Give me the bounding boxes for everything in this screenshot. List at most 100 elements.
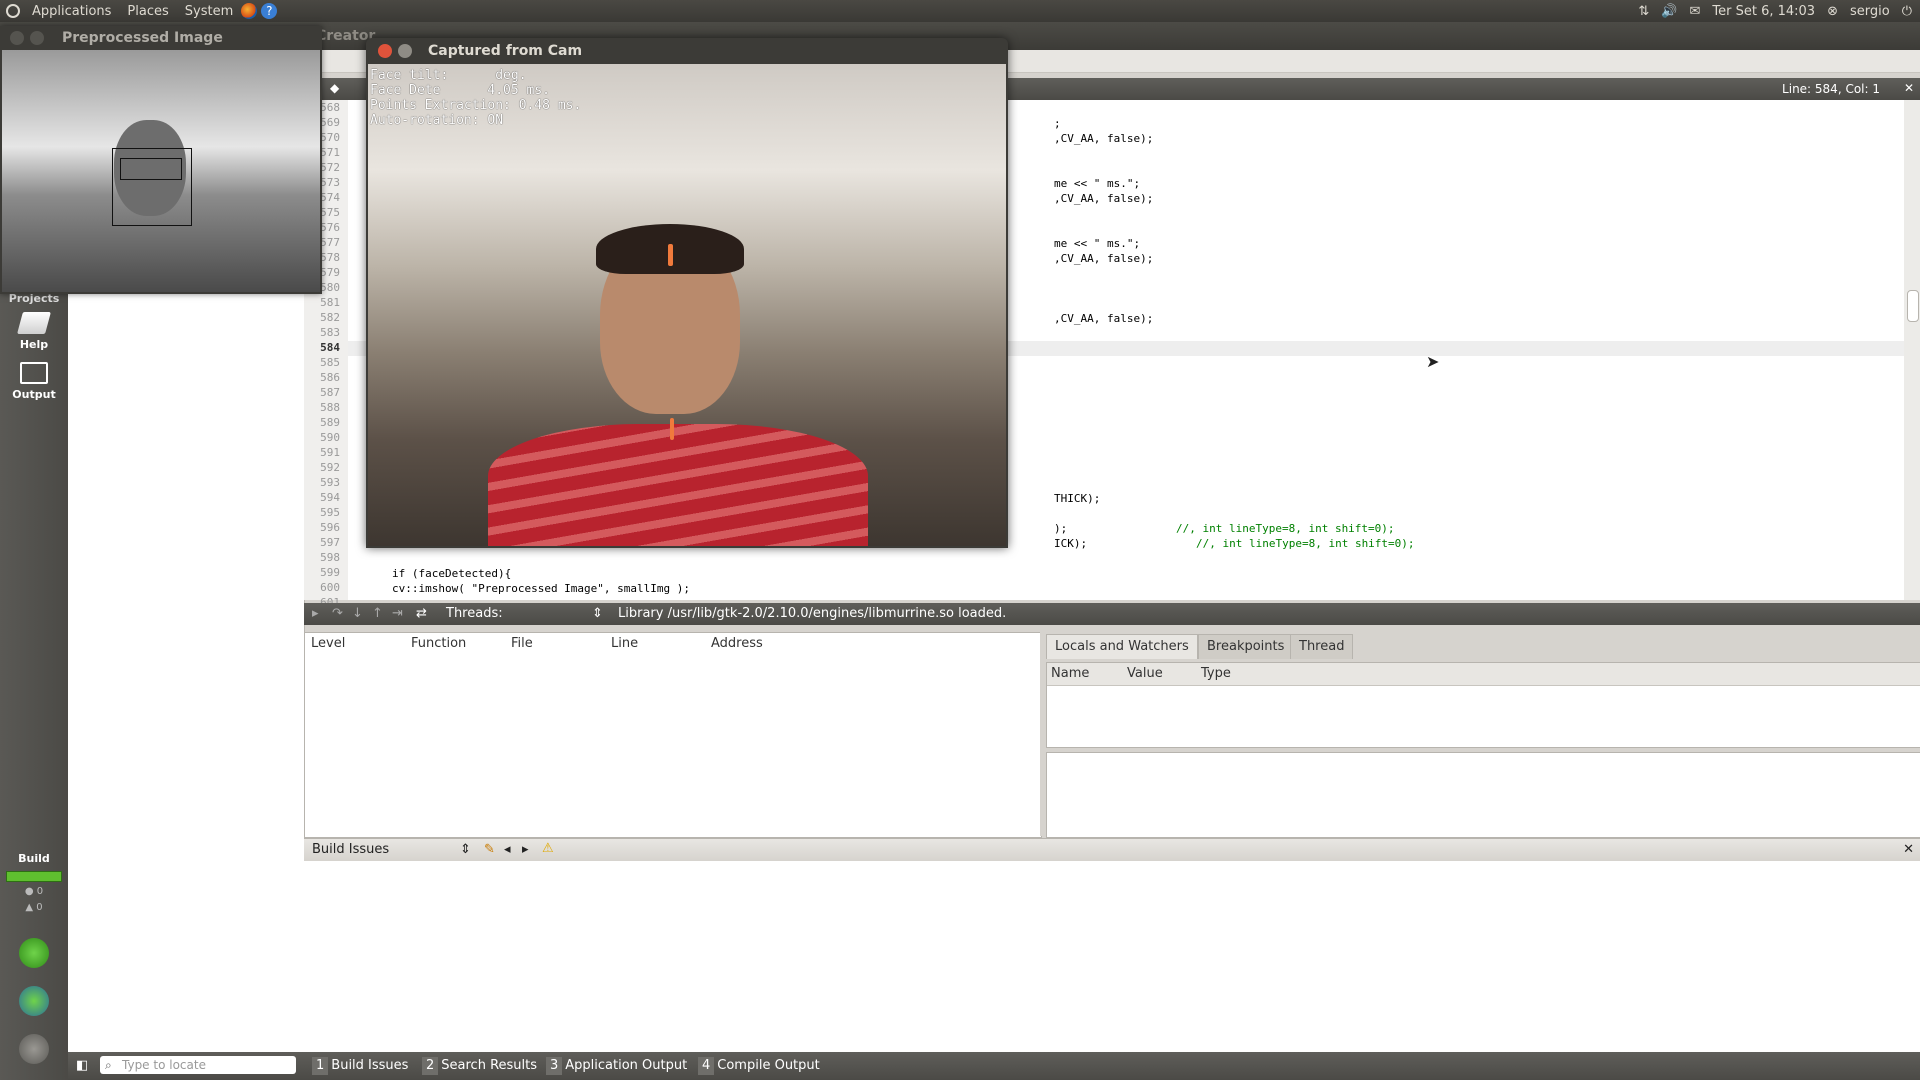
clear-icon[interactable]: ✎: [484, 842, 495, 857]
error-count[interactable]: ● 0: [0, 886, 68, 897]
close-window-icon[interactable]: [10, 31, 24, 45]
editor-scrollbar[interactable]: [1904, 100, 1920, 600]
stack-col-level[interactable]: Level: [311, 633, 345, 655]
network-icon[interactable]: ⇅: [1638, 4, 1649, 19]
threads-dropdown[interactable]: ⇕: [592, 606, 603, 621]
mode-help-label: Help: [19, 338, 49, 351]
close-window-icon[interactable]: [378, 44, 392, 58]
overlay-line-points-extraction: Points Extraction: 0.48 ms.: [370, 98, 582, 113]
nav-arrow-icon[interactable]: ◆: [330, 81, 339, 95]
next-icon[interactable]: ▸: [522, 842, 529, 857]
build-progress-bar: [6, 871, 62, 882]
debug-continue-icon[interactable]: ▸: [312, 606, 319, 621]
mail-icon[interactable]: ✉: [1689, 4, 1700, 19]
tab-locals-and-watchers[interactable]: Locals and Watchers: [1046, 634, 1198, 659]
output-pane-selector[interactable]: Build Issues: [312, 842, 389, 857]
webcam-frame-image: Face tilt: deg. Face Dete 4.05 ms. Point…: [368, 64, 1006, 546]
run-icon: [19, 938, 49, 968]
line-number: 585: [320, 356, 340, 369]
pane-button-application-output[interactable]: 3 Application Output: [546, 1057, 687, 1075]
code-comment: //, int lineType=8, int shift=0);: [1196, 537, 1415, 550]
pane-dropdown-icon[interactable]: ⇕: [460, 842, 471, 857]
line-number: 600: [320, 581, 340, 594]
volume-icon[interactable]: 🔊: [1661, 4, 1677, 19]
code-line: );: [1054, 522, 1068, 535]
scrollbar-thumb[interactable]: [1907, 290, 1919, 322]
reverse-icon[interactable]: ⇄: [416, 606, 427, 621]
cam-titlebar[interactable]: Captured from Cam: [366, 38, 1008, 64]
code-line: ,CV_AA, false);: [1054, 252, 1154, 265]
clock[interactable]: Ter Set 6, 14:03: [1712, 4, 1815, 19]
code-line: ,CV_AA, false);: [1054, 132, 1154, 145]
minimize-window-icon[interactable]: [398, 44, 412, 58]
toggle-sidebar-icon[interactable]: ◧: [76, 1058, 88, 1073]
locals-col-value[interactable]: Value: [1127, 663, 1163, 685]
error-icon: ●: [24, 886, 34, 897]
help-icon[interactable]: ?: [261, 3, 278, 19]
debug-button[interactable]: [0, 986, 68, 1019]
top-panel: Applications Places System ? ⇅ 🔊 ✉ Ter S…: [0, 0, 1920, 22]
locate-placeholder: Type to locate: [122, 1058, 206, 1072]
captured-from-cam-window[interactable]: Captured from Cam Face tilt: deg. Face D…: [366, 38, 1008, 548]
applications-menu[interactable]: Applications: [24, 4, 119, 19]
places-menu[interactable]: Places: [119, 4, 176, 19]
pane-number: 2: [422, 1057, 439, 1075]
warning-icon: ▲: [25, 902, 34, 913]
stack-pane[interactable]: Level Function File Line Address: [304, 632, 1042, 838]
code-line: ;: [1054, 117, 1061, 130]
system-menu[interactable]: System: [177, 4, 241, 19]
code-line: ,CV_AA, false);: [1054, 312, 1154, 325]
warning-filter-icon[interactable]: ⚠: [542, 841, 554, 856]
preprocessed-titlebar[interactable]: Preprocessed Image: [0, 26, 322, 50]
build-button[interactable]: [0, 1034, 68, 1067]
debug-step-out-icon[interactable]: ↑: [372, 606, 383, 621]
line-number: 597: [320, 536, 340, 549]
pane-button-build-issues[interactable]: 1 Build Issues: [312, 1057, 408, 1075]
close-pane-icon[interactable]: ✕: [1903, 842, 1914, 857]
code-line: ICK);: [1054, 537, 1088, 550]
mode-output-label: Output: [12, 388, 56, 401]
firefox-icon[interactable]: [241, 3, 258, 19]
line-number: 586: [320, 371, 340, 384]
preprocessed-image-window[interactable]: Preprocessed Image: [0, 26, 322, 294]
stack-col-file[interactable]: File: [511, 633, 533, 655]
locate-input[interactable]: ⌕ Type to locate: [100, 1056, 296, 1074]
line-number: 595: [320, 506, 340, 519]
mode-help[interactable]: Help: [0, 312, 68, 351]
code-comment: //, int lineType=8, int shift=0);: [1176, 522, 1395, 535]
pane-label: Compile Output: [717, 1058, 820, 1073]
code-line: ,CV_AA, false);: [1054, 192, 1154, 205]
ubuntu-logo-icon[interactable]: [6, 4, 20, 18]
warning-count[interactable]: ▲ 0: [0, 902, 68, 913]
build-issues-pane[interactable]: [304, 861, 1920, 1052]
tab-breakpoints[interactable]: Breakpoints: [1198, 634, 1294, 659]
pane-button-search-results[interactable]: 2 Search Results: [422, 1057, 537, 1075]
code-line: cv::imshow( "Preprocessed Image", smallI…: [392, 582, 691, 595]
debug-step-into-icon[interactable]: ↓: [352, 606, 363, 621]
locals-table[interactable]: Name Value Type: [1046, 662, 1920, 748]
overlay-line-face-tilt: Face tilt: deg.: [370, 68, 527, 83]
power-icon[interactable]: ⏻: [1902, 4, 1912, 19]
person-shirt: [488, 424, 868, 546]
minimize-window-icon[interactable]: [30, 31, 44, 45]
overlay-line-face-detection: Face Dete 4.05 ms.: [370, 83, 551, 98]
debug-run-to-line-icon[interactable]: ⇥: [392, 606, 403, 621]
watchers-pane[interactable]: [1046, 752, 1920, 838]
stack-col-function[interactable]: Function: [411, 633, 466, 655]
eyes-box: [120, 158, 182, 180]
mode-output[interactable]: Output: [0, 362, 68, 401]
locals-col-type[interactable]: Type: [1201, 663, 1231, 685]
tab-thread[interactable]: Thread: [1290, 634, 1354, 659]
pane-button-compile-output[interactable]: 4 Compile Output: [698, 1057, 820, 1075]
preprocessed-window-title: Preprocessed Image: [62, 30, 223, 46]
locals-col-name[interactable]: Name: [1051, 663, 1089, 685]
previous-icon[interactable]: ◂: [504, 842, 511, 857]
debug-step-over-icon[interactable]: ↷: [332, 606, 343, 621]
line-number: 590: [320, 431, 340, 444]
stack-col-line[interactable]: Line: [611, 633, 638, 655]
run-button[interactable]: [0, 938, 68, 971]
close-editor-icon[interactable]: ✕: [1904, 81, 1914, 95]
user-name[interactable]: sergio: [1850, 4, 1890, 19]
line-number: 591: [320, 446, 340, 459]
stack-col-address[interactable]: Address: [711, 633, 763, 655]
